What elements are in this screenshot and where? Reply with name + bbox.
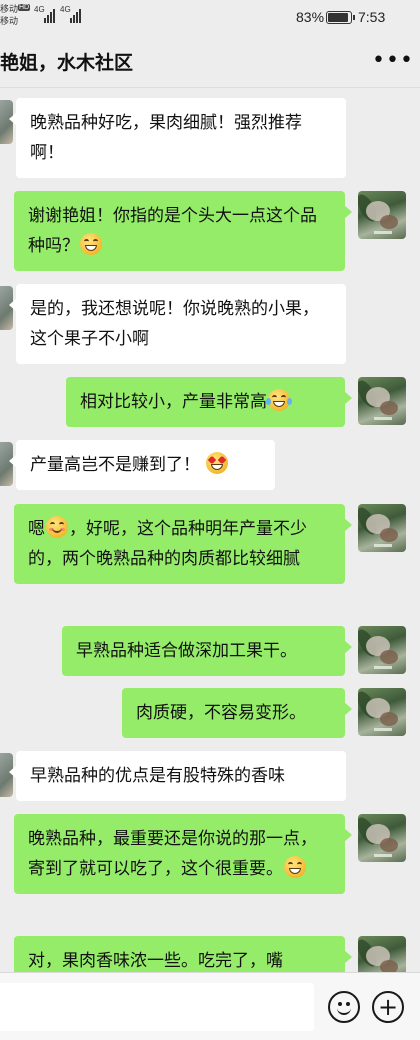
heart-eyes-emoji-icon: [206, 452, 228, 474]
my-avatar[interactable]: [358, 191, 406, 239]
message-text: 早熟品种适合做深加工果干。: [76, 641, 297, 661]
more-dots-icon[interactable]: •••: [372, 48, 414, 73]
battery-percent: 83%: [296, 9, 325, 25]
message-bubble[interactable]: 嗯，好呢，这个品种明年产量不少的，两个晚熟品种的肉质都比较细腻: [14, 504, 352, 584]
carrier-1-label: 移动: [0, 4, 19, 14]
message-text: 相对比较小，产量非常高: [80, 392, 267, 412]
carrier-2-label: 移动: [0, 16, 19, 26]
message-text: 产量高岂不是赚到了！: [30, 455, 200, 475]
hd-badge: HD: [18, 4, 31, 11]
my-avatar[interactable]: [358, 814, 406, 862]
message-text: 对，果肉香味浓一些。吃完了，嘴: [28, 951, 283, 971]
grin-emoji-icon: [284, 856, 306, 878]
message-bubble[interactable]: 对，果肉香味浓一些。吃完了，嘴: [14, 936, 352, 972]
my-avatar[interactable]: [358, 504, 406, 552]
signal-1-icon: [44, 7, 55, 23]
message-bubble[interactable]: 肉质硬，不容易变形。: [122, 688, 352, 738]
message-bubble[interactable]: 产量高岂不是赚到了！: [9, 440, 275, 490]
message-bubble[interactable]: 谢谢艳姐！你指的是个头大一点这个品种吗？: [14, 191, 352, 271]
message-bubble[interactable]: 早熟品种适合做深加工果干。: [62, 626, 352, 676]
status-bar: 移动 移动 HD 4G 4G 83% 7:53: [0, 0, 420, 34]
emoji-face-icon[interactable]: [328, 991, 360, 1023]
message-bubble[interactable]: 早熟品种的优点是有股特殊的香味: [9, 751, 346, 801]
grin-emoji-icon: [80, 233, 102, 255]
message-text: 谢谢艳姐！你指的是个头大一点这个品种吗？: [28, 206, 317, 256]
message-input[interactable]: [0, 983, 314, 1031]
message-text: ，好呢，这个品种明年产量不少的，两个晚熟品种的肉质都比较细腻: [28, 519, 307, 569]
plus-icon[interactable]: +: [372, 991, 404, 1023]
message-text: 早熟品种的优点是有股特殊的香味: [30, 766, 285, 786]
message-text: 晚熟品种好吃，果肉细腻！强烈推荐啊！: [30, 113, 302, 163]
message-bubble[interactable]: 晚熟品种，最重要还是你说的那一点，寄到了就可以吃了，这个很重要。: [14, 814, 352, 894]
battery-icon: [326, 11, 355, 24]
message-text: 是的，我还想说呢！你说晚熟的小果，这个果子不小啊: [30, 299, 319, 349]
tears-of-joy-emoji-icon: [266, 389, 292, 411]
my-avatar[interactable]: [358, 626, 406, 674]
message-bubble[interactable]: 是的，我还想说呢！你说晚熟的小果，这个果子不小啊: [9, 284, 346, 364]
my-avatar[interactable]: [358, 936, 406, 972]
my-avatar[interactable]: [358, 377, 406, 425]
message-list[interactable]: 晚熟品种好吃，果肉细腻！强烈推荐啊！ 谢谢艳姐！你指的是个头大一点这个品种吗？ …: [0, 88, 420, 972]
input-bar: +: [0, 972, 420, 1040]
message-text: 嗯: [28, 519, 45, 539]
smile-emoji-icon: [46, 516, 68, 538]
signal-2-icon: [70, 7, 81, 23]
clock: 7:53: [358, 9, 386, 25]
chat-header: 艳姐，水木社区 •••: [0, 34, 420, 88]
message-text: 晚熟品种，最重要还是你说的那一点，寄到了就可以吃了，这个很重要。: [28, 829, 317, 879]
chat-title: 艳姐，水木社区: [0, 52, 134, 74]
message-bubble[interactable]: 晚熟品种好吃，果肉细腻！强烈推荐啊！: [9, 98, 346, 178]
message-bubble[interactable]: 相对比较小，产量非常高: [66, 377, 352, 427]
my-avatar[interactable]: [358, 688, 406, 736]
message-text: 肉质硬，不容易变形。: [136, 703, 306, 723]
